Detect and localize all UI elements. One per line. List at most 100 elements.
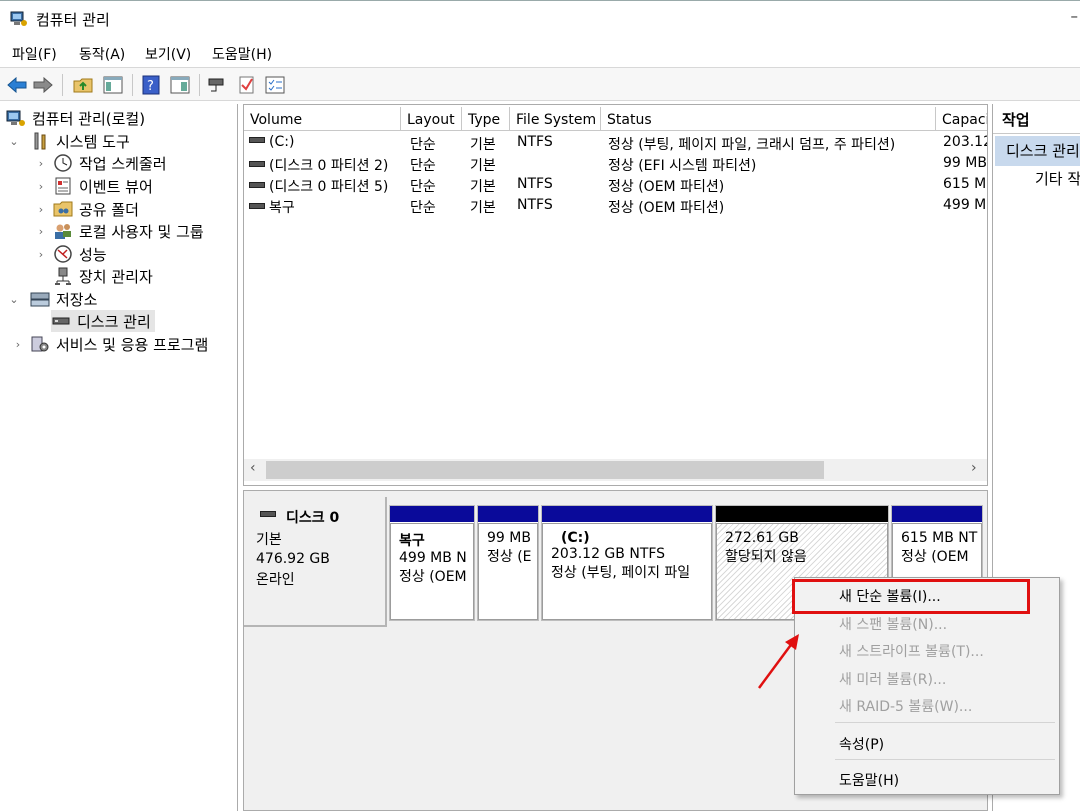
partition-size: 499 MB N bbox=[399, 550, 467, 566]
type-cell: 기본 bbox=[470, 137, 496, 153]
chevron-right-icon[interactable]: › bbox=[35, 180, 47, 193]
menu-item-new-raid5-volume: 새 RAID-5 볼륨(W)... bbox=[839, 699, 973, 715]
status-cell: 정상 (OEM 파티션) bbox=[608, 200, 725, 216]
column-header-status[interactable]: Status bbox=[601, 107, 936, 131]
tree-label: 서비스 및 응용 프로그램 bbox=[56, 335, 209, 354]
partition-efi[interactable]: 99 MB 정상 (E bbox=[477, 505, 539, 621]
menu-item-properties[interactable]: 속성(P) bbox=[839, 734, 884, 754]
volume-icon bbox=[249, 137, 265, 143]
menu-item-new-mirrored-volume: 새 미러 볼륨(R)... bbox=[839, 672, 947, 688]
tree-item-services[interactable]: › 서비스 및 응용 프로그램 bbox=[16, 333, 209, 355]
column-header-volume[interactable]: Volume bbox=[244, 107, 401, 131]
shared-folder-icon bbox=[53, 201, 73, 217]
menu-action[interactable]: 동작(A) bbox=[79, 44, 125, 64]
tree-label: 장치 관리자 bbox=[79, 267, 153, 286]
tree-item-event-viewer[interactable]: › 이벤트 뷰어 bbox=[39, 175, 153, 197]
volume-cell: (디스크 0 파티션 2) bbox=[249, 155, 388, 175]
menu-help[interactable]: 도움말(H) bbox=[212, 44, 272, 64]
performance-icon bbox=[54, 245, 72, 263]
chevron-down-icon[interactable]: ⌄ bbox=[8, 135, 20, 148]
chevron-right-icon[interactable]: › bbox=[35, 248, 47, 261]
red-arrow-icon bbox=[757, 634, 799, 689]
partition-size: 99 MB bbox=[487, 530, 531, 546]
tree-label: 공유 폴더 bbox=[79, 200, 139, 219]
table-row[interactable]: (C:) 단순 기본 NTFS 정상 (부팅, 페이지 파일, 크래시 덤프, … bbox=[244, 133, 987, 154]
scroll-right-button[interactable]: › bbox=[971, 460, 977, 476]
chevron-right-icon[interactable]: › bbox=[12, 338, 24, 351]
column-header-capacity[interactable]: Capaci bbox=[936, 107, 987, 131]
forward-arrow-icon[interactable] bbox=[32, 74, 54, 96]
tree-item-system-tools[interactable]: ⌄ 시스템 도구 bbox=[9, 130, 130, 152]
scrollbar-thumb[interactable] bbox=[266, 461, 824, 479]
table-row[interactable]: (디스크 0 파티션 2) 단순 기본 정상 (EFI 시스템 파티션) 99 … bbox=[244, 154, 987, 175]
partition-c-drive[interactable]: (C:) 203.12 GB NTFS 정상 (부팅, 페이지 파일 bbox=[541, 505, 713, 621]
table-row[interactable]: (디스크 0 파티션 5) 단순 기본 NTFS 정상 (OEM 파티션) 61… bbox=[244, 175, 987, 196]
capacity-cell: 615 M bbox=[943, 176, 987, 192]
partition-status: 정상 (E bbox=[487, 549, 532, 565]
chevron-right-icon[interactable]: › bbox=[35, 203, 47, 216]
tree-item-storage[interactable]: ⌄ 저장소 bbox=[9, 288, 98, 310]
partition-body: 복구 499 MB N 정상 (OEM bbox=[390, 523, 474, 620]
show-tree-icon[interactable] bbox=[102, 74, 124, 96]
tree-label: 컴퓨터 관리(로컬) bbox=[32, 109, 146, 128]
toolbar-separator bbox=[62, 74, 63, 96]
disk-management-icon bbox=[52, 317, 70, 325]
partition-recovery[interactable]: 복구 499 MB N 정상 (OEM bbox=[389, 505, 475, 621]
status-cell: 정상 (부팅, 페이지 파일, 크래시 덤프, 주 파티션) bbox=[608, 137, 896, 153]
tree-item-shared-folders[interactable]: › 공유 폴더 bbox=[39, 198, 139, 220]
menu-separator bbox=[835, 722, 1055, 723]
disk-info[interactable]: 디스크 0 기본 476.92 GB 온라인 bbox=[244, 497, 387, 627]
toolbar-separator bbox=[199, 74, 200, 96]
layout-cell: 단순 bbox=[410, 137, 436, 153]
tree-label: 작업 스케줄러 bbox=[79, 154, 167, 173]
scroll-left-button[interactable]: ‹ bbox=[250, 460, 256, 476]
table-row[interactable]: 복구 단순 기본 NTFS 정상 (OEM 파티션) 499 M bbox=[244, 196, 987, 217]
menu-item-help[interactable]: 도움말(H) bbox=[839, 770, 899, 790]
actions-more-item[interactable]: 기타 작 bbox=[1035, 168, 1080, 189]
partition-body: 99 MB 정상 (E bbox=[478, 523, 538, 620]
connect-icon[interactable] bbox=[206, 74, 228, 96]
volume-cell: (디스크 0 파티션 5) bbox=[249, 176, 388, 196]
volume-icon bbox=[249, 203, 265, 209]
column-header-file-system[interactable]: File System bbox=[510, 107, 601, 131]
toolbar-separator bbox=[132, 74, 133, 96]
chevron-right-icon[interactable]: › bbox=[35, 225, 47, 238]
tree-item-local-users[interactable]: › 로컬 사용자 및 그룹 bbox=[39, 220, 204, 242]
tree-item-device-manager[interactable]: 장치 관리자 bbox=[53, 265, 153, 287]
disk-type: 기본 bbox=[256, 532, 282, 548]
tree-label: 저장소 bbox=[56, 290, 98, 309]
menu-item-new-spanned-volume: 새 스팬 볼륨(N)... bbox=[839, 617, 948, 633]
horizontal-scrollbar[interactable]: ‹ › bbox=[244, 459, 987, 481]
tree-item-performance[interactable]: › 성능 bbox=[39, 243, 107, 265]
menu-file[interactable]: 파일(F) bbox=[12, 44, 57, 64]
help-icon[interactable]: ? bbox=[140, 74, 162, 96]
tree-item-root[interactable]: 컴퓨터 관리(로컬) bbox=[6, 107, 145, 129]
menu-bar: 파일(F) 동작(A) 보기(V) 도움말(H) bbox=[0, 40, 1080, 66]
show-action-pane-icon[interactable] bbox=[169, 74, 191, 96]
minimize-button[interactable]: – bbox=[1071, 7, 1079, 25]
partition-status: 할당되지 않음 bbox=[725, 549, 807, 565]
chevron-right-icon[interactable]: › bbox=[35, 157, 47, 170]
tree-item-disk-management[interactable]: 디스크 관리 bbox=[51, 310, 155, 332]
toolbar: ? bbox=[0, 67, 1080, 101]
volume-icon bbox=[249, 161, 265, 167]
check-icon[interactable] bbox=[236, 74, 258, 96]
device-manager-icon bbox=[55, 267, 71, 285]
status-cell: 정상 (EFI 시스템 파티션) bbox=[608, 158, 757, 174]
fs-cell: NTFS bbox=[517, 197, 553, 213]
actions-selected-item[interactable]: 디스크 관리 bbox=[995, 136, 1080, 166]
capacity-cell: 499 M bbox=[943, 197, 987, 213]
column-header-layout[interactable]: Layout bbox=[401, 107, 462, 131]
partition-body: (C:) 203.12 GB NTFS 정상 (부팅, 페이지 파일 bbox=[542, 523, 712, 620]
tree-item-task-scheduler[interactable]: › 작업 스케줄러 bbox=[39, 152, 167, 174]
chevron-down-icon[interactable]: ⌄ bbox=[8, 293, 20, 306]
partition-name: (C:) bbox=[561, 530, 590, 546]
folder-up-icon[interactable] bbox=[72, 74, 94, 96]
properties-icon[interactable] bbox=[264, 74, 286, 96]
menu-view[interactable]: 보기(V) bbox=[145, 44, 191, 64]
column-header-type[interactable]: Type bbox=[462, 107, 510, 131]
disk-icon bbox=[260, 511, 276, 517]
partition-size: 615 MB NT bbox=[901, 530, 978, 546]
back-arrow-icon[interactable] bbox=[6, 74, 28, 96]
title-bar: 컴퓨터 관리 – bbox=[0, 0, 1080, 37]
